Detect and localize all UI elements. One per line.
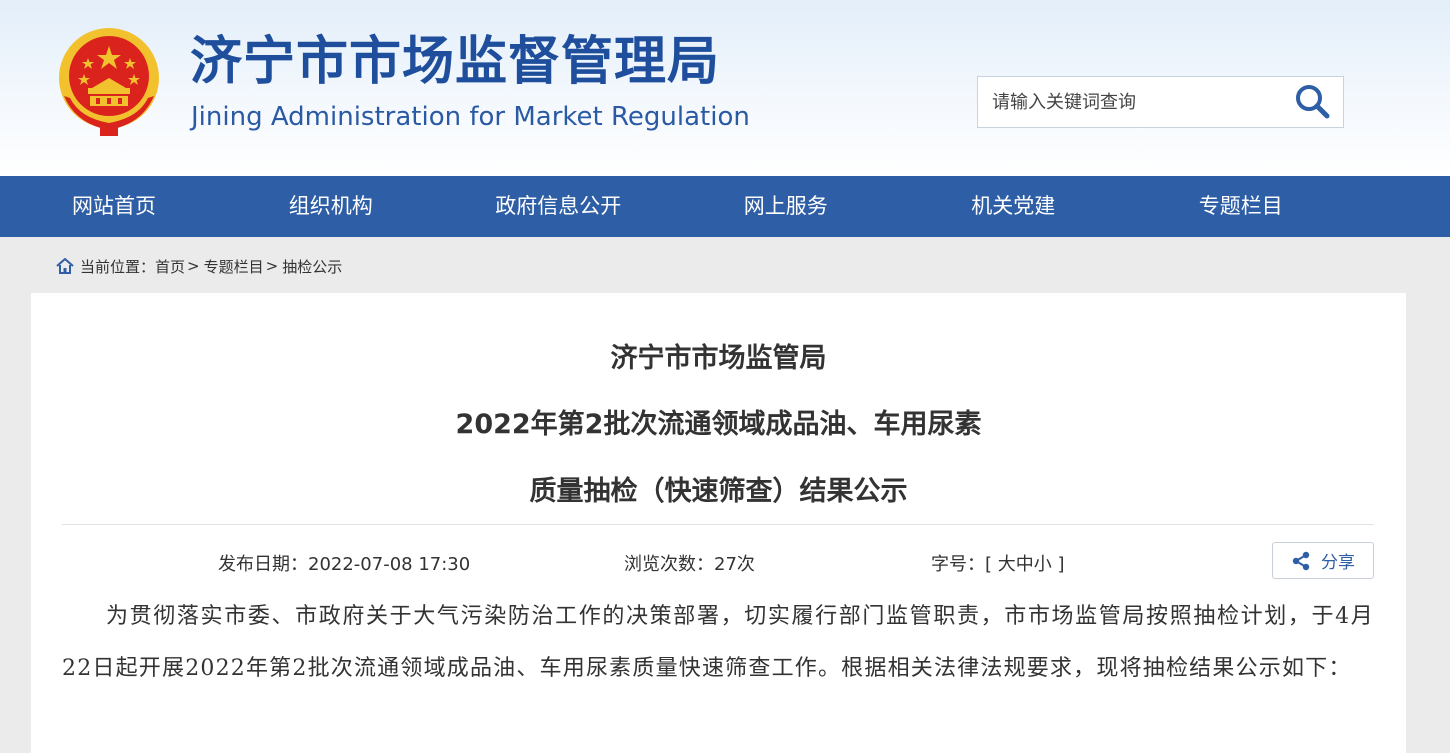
article-title-line-3: 质量抽检（快速筛查）结果公示 xyxy=(529,476,908,507)
search-icon[interactable] xyxy=(1293,83,1333,121)
nav-item-special-topics[interactable]: 专题栏目 xyxy=(1127,176,1355,237)
search-input[interactable] xyxy=(978,77,1278,127)
view-count-label: 浏览次数： xyxy=(624,554,714,575)
font-size-label: 字号： xyxy=(931,554,985,575)
article-title-line-2: 2022年第2批次流通领域成品油、车用尿素 xyxy=(455,409,982,440)
publish-date-value: 2022-07-08 17:30 xyxy=(308,554,471,575)
share-button[interactable]: 分享 xyxy=(1272,542,1374,579)
share-label: 分享 xyxy=(1321,553,1355,573)
font-size-options[interactable]: [ 大中小 ] xyxy=(985,554,1065,575)
nav-item-online-services[interactable]: 网上服务 xyxy=(672,176,900,237)
national-emblem-icon xyxy=(59,28,159,136)
article-title-line-1: 济宁市市场监管局 xyxy=(610,343,827,374)
breadcrumb-label: 当前位置： xyxy=(80,257,156,276)
breadcrumb-home[interactable]: 首页 xyxy=(155,256,185,277)
font-size-control: 字号：[ 大中小 ] xyxy=(931,553,1065,577)
breadcrumb-separator: > xyxy=(187,257,200,275)
article-body: 为贯彻落实市委、市政府关于大气污染防治工作的决策部署，切实履行部门监管职责，市市… xyxy=(62,604,1374,681)
breadcrumb-separator: > xyxy=(265,257,279,275)
home-icon xyxy=(56,258,74,274)
title-divider xyxy=(62,524,1374,525)
publish-date-label: 发布日期： xyxy=(218,554,308,575)
site-header: 济宁市市场监督管理局 Jining Administration for Mar… xyxy=(0,0,1450,176)
site-title-cn: 济宁市市场监督管理局 xyxy=(190,32,721,92)
article-container: 济宁市市场监管局 2022年第2批次流通领域成品油、车用尿素 质量抽检（快速筛查… xyxy=(31,293,1406,753)
share-icon xyxy=(1292,551,1310,570)
breadcrumb-sampling-notice[interactable]: 抽检公示 xyxy=(282,256,342,277)
publish-date: 发布日期：2022-07-08 17:30 xyxy=(218,553,470,577)
nav-item-organization[interactable]: 组织机构 xyxy=(217,176,445,237)
nav-item-home[interactable]: 网站首页 xyxy=(72,176,217,237)
breadcrumb-special-topics[interactable]: 专题栏目 xyxy=(204,256,264,277)
site-title-en: Jining Administration for Market Regulat… xyxy=(191,102,750,132)
main-nav: 网站首页 组织机构 政府信息公开 网上服务 机关党建 专题栏目 xyxy=(0,176,1450,237)
breadcrumb: 当前位置： 首页 > 专题栏目 > 抽检公示 xyxy=(56,256,342,276)
view-count-value: 27次 xyxy=(714,554,755,575)
nav-item-party-building[interactable]: 机关党建 xyxy=(900,176,1128,237)
view-count: 浏览次数：27次 xyxy=(624,553,755,577)
nav-item-gov-info[interactable]: 政府信息公开 xyxy=(445,176,673,237)
search-box xyxy=(977,76,1344,128)
